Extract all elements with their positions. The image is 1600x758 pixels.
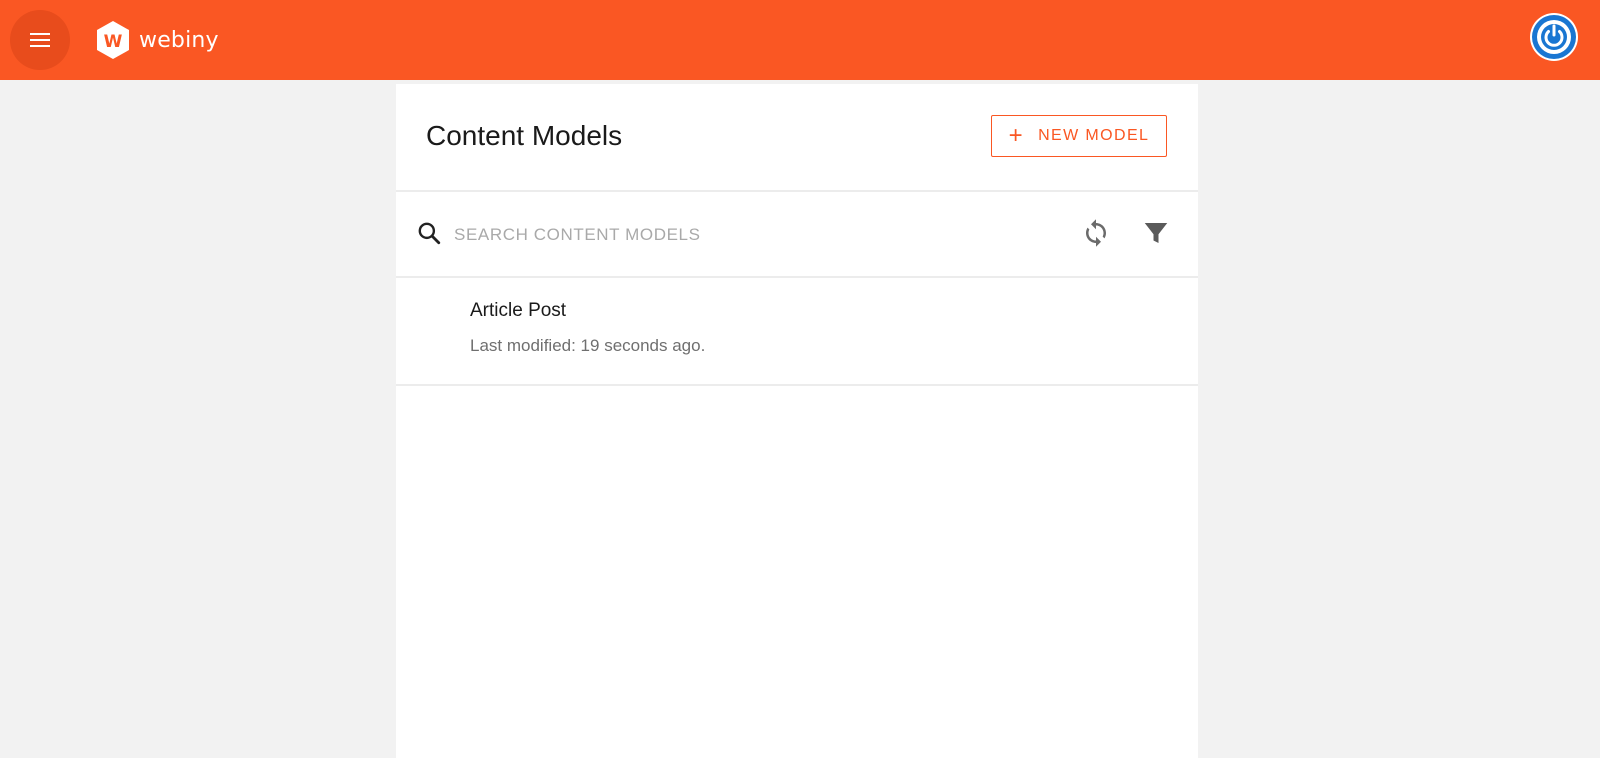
page-title: Content Models: [426, 120, 623, 151]
content-models-panel: Content Models + NEW MODEL Article Post …: [396, 84, 1198, 758]
search-input[interactable]: [452, 220, 1016, 250]
svg-text:W: W: [104, 32, 123, 52]
webiny-logo-icon: W: [97, 21, 129, 59]
refresh-button[interactable]: [1081, 218, 1111, 248]
filter-icon: [1144, 223, 1168, 243]
user-avatar-button[interactable]: [1530, 13, 1578, 61]
power-icon: [1532, 15, 1576, 59]
logo-text: webiny: [139, 27, 219, 53]
search-bar: [396, 192, 1198, 278]
refresh-icon: [1086, 219, 1106, 247]
menu-button[interactable]: [10, 10, 70, 70]
plus-icon: +: [1008, 122, 1025, 149]
new-model-label: NEW MODEL: [1038, 127, 1150, 144]
search-icon: [418, 222, 441, 245]
filter-button[interactable]: [1141, 218, 1171, 248]
list-item[interactable]: Article Post Last modified: 19 seconds a…: [396, 278, 1198, 386]
last-modified-text: Last modified: 19 seconds ago.: [470, 336, 706, 355]
webiny-logo[interactable]: W webiny: [95, 20, 219, 60]
panel-header: Content Models + NEW MODEL: [396, 84, 1198, 192]
new-model-button[interactable]: + NEW MODEL: [991, 115, 1167, 157]
top-app-bar: W webiny: [0, 0, 1600, 80]
hamburger-menu-icon: [30, 33, 50, 47]
content-model-title: Article Post: [470, 300, 567, 321]
